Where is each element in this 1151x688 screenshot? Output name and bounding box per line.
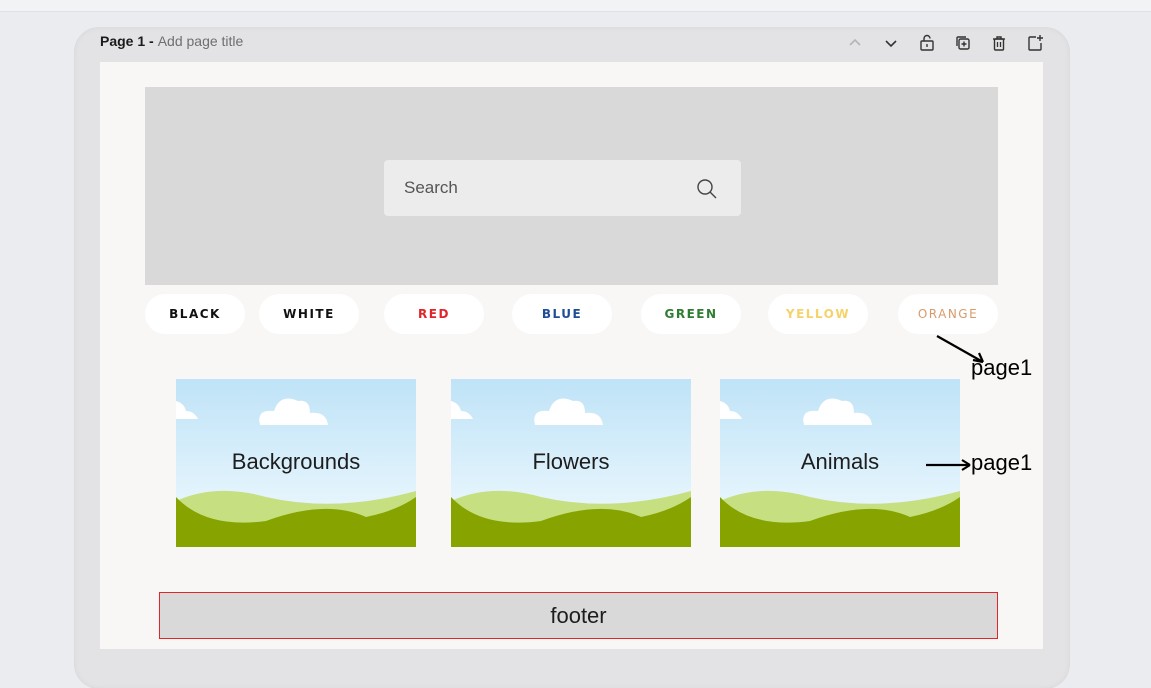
category-label: Backgrounds [231, 449, 361, 474]
arrow-annotation [926, 459, 971, 471]
category-card-flowers[interactable]: Flowers [451, 379, 691, 547]
color-chip-orange[interactable]: ORANGE [898, 294, 998, 334]
add-page-icon [1028, 35, 1043, 51]
search-bar[interactable] [384, 160, 741, 216]
lock-button[interactable] [909, 31, 945, 55]
color-chip-label: RED [418, 307, 450, 321]
color-chip-black[interactable]: BLACK [145, 294, 245, 334]
delete-button[interactable] [981, 31, 1017, 55]
duplicate-icon [956, 36, 970, 50]
color-chip-blue[interactable]: BLUE [512, 294, 612, 334]
color-chip-yellow[interactable]: YELLOW [768, 294, 868, 334]
move-down-button[interactable] [873, 31, 909, 55]
color-chip-green[interactable]: GREEN [641, 294, 741, 334]
annotation-text: page1 [971, 355, 1033, 380]
trash-icon [993, 36, 1005, 51]
color-chip-label: WHITE [283, 307, 335, 321]
search-input[interactable] [384, 177, 686, 199]
page-header: Page 1 - Add page title [100, 33, 243, 49]
page-toolbar [837, 31, 1053, 55]
page-number: Page 1 - [100, 33, 154, 49]
color-chip-red[interactable]: RED [384, 294, 484, 334]
top-bar [0, 0, 1151, 12]
category-label: Flowers [532, 449, 610, 474]
chevron-down-icon [885, 40, 897, 48]
chevron-up-icon [849, 38, 861, 46]
add-page-button[interactable] [1017, 31, 1053, 55]
move-up-button[interactable] [837, 31, 873, 55]
category-card-backgrounds[interactable]: Backgrounds [176, 379, 416, 547]
footer-label: footer [550, 602, 607, 628]
color-chip-label: ORANGE [917, 307, 979, 321]
color-chip-label: BLACK [169, 307, 221, 321]
search-icon [697, 179, 717, 199]
color-chip-label: GREEN [664, 307, 718, 321]
lock-icon [920, 34, 934, 51]
color-chip-white[interactable]: WHITE [259, 294, 359, 334]
design-canvas [100, 62, 1043, 649]
duplicate-button[interactable] [945, 31, 981, 55]
footer: footer [159, 592, 998, 639]
annotation-text: page1 [971, 450, 1033, 475]
hero-banner [145, 87, 998, 285]
color-chip-label: BLUE [541, 307, 583, 321]
page-title-input[interactable]: Add page title [158, 33, 244, 49]
color-chip-label: YELLOW [785, 307, 851, 321]
